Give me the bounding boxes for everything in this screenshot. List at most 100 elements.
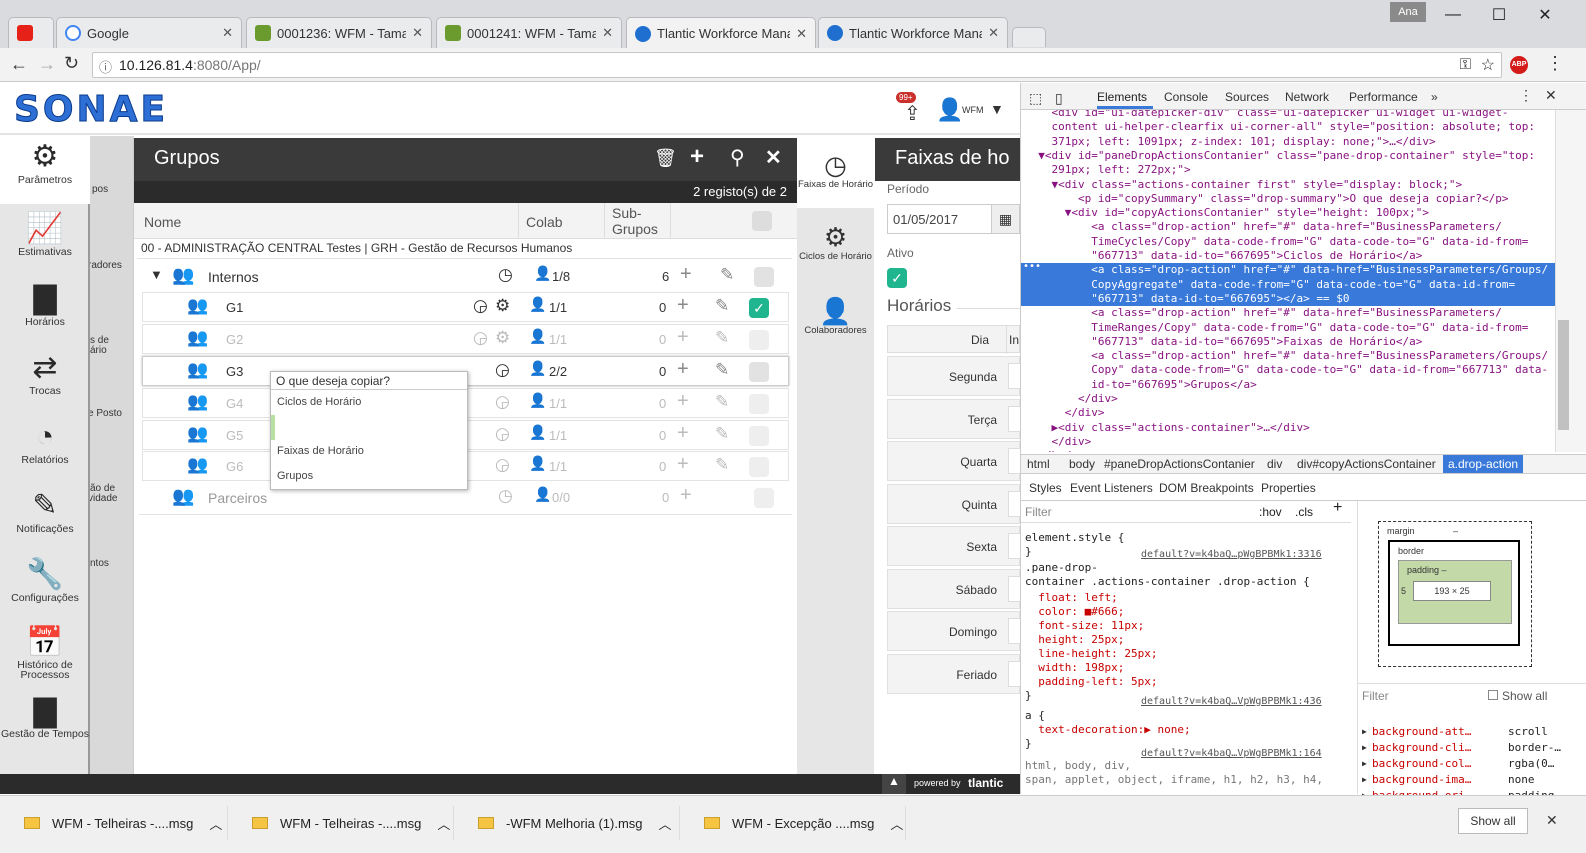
dom-line[interactable]: </div> [1021, 435, 1555, 449]
chevron-up-icon[interactable]: ︿ [437, 814, 450, 833]
computed-prop[interactable]: background-att… scroll ▶ [1362, 725, 1584, 741]
date-input[interactable]: 01/05/2017 [887, 204, 1005, 234]
download-item[interactable]: WFM - Telheiras -....msg ︿ [0, 806, 228, 840]
edit-icon[interactable]: ✎ [720, 265, 734, 285]
trash-icon[interactable]: 🗑 [654, 148, 677, 169]
time-input[interactable] [1008, 533, 1020, 559]
close-icon[interactable]: ✕ [1546, 812, 1558, 829]
row-checkbox[interactable] [754, 488, 774, 508]
chevron-up-icon[interactable]: ︿ [659, 814, 672, 833]
dom-line[interactable]: ▼<div class="actions-container first" st… [1021, 178, 1555, 192]
day-row[interactable]: Sexta [887, 526, 1020, 566]
tab-event-listeners[interactable]: Event Listeners [1070, 481, 1153, 495]
crumb-item[interactable]: body [1069, 457, 1095, 471]
crumb-item[interactable]: div#copyActionsContainer [1297, 457, 1436, 471]
row-checkbox[interactable] [754, 267, 774, 287]
time-input[interactable] [1008, 618, 1020, 644]
close-icon[interactable]: ✕ [988, 25, 999, 41]
key-icon[interactable]: ⚿ [1460, 56, 1471, 73]
show-all-button[interactable]: Show all [1458, 808, 1528, 834]
computed-filter[interactable]: Filter Show all [1358, 683, 1586, 705]
tab-performance[interactable]: Performance [1349, 90, 1418, 104]
tab-google[interactable]: Google ✕ [56, 17, 242, 48]
chevron-up-icon[interactable]: ︿ [209, 814, 222, 833]
day-row[interactable]: Segunda [887, 356, 1020, 396]
time-input[interactable] [1008, 660, 1020, 687]
tab-console[interactable]: Console [1164, 90, 1208, 104]
tab-mantis-2[interactable]: 0001241: WFM - Tamanh✕ [436, 17, 622, 48]
caret-down-icon[interactable]: ▼ [150, 267, 163, 282]
style-line[interactable]: font-size: 11px; [1025, 619, 1144, 633]
calendar-icon[interactable]: ▦ [991, 204, 1020, 234]
row-checkbox[interactable] [749, 394, 769, 414]
copy-cycle-icon[interactable]: ◶ [473, 296, 488, 316]
dom-line[interactable]: TimeCycles/Copy" data-code-from="G" data… [1021, 235, 1555, 249]
nav-notificacoes[interactable]: ✎ Notificações [0, 489, 90, 535]
add-subgroup-icon[interactable]: + [677, 358, 689, 381]
export-icon[interactable]: ⇪ [904, 101, 921, 126]
tab-properties[interactable]: Properties [1261, 481, 1316, 495]
add-subgroup-icon[interactable]: + [677, 453, 689, 476]
edit-icon[interactable]: ✎ [715, 328, 729, 348]
dom-line[interactable]: </div> [1021, 392, 1555, 406]
active-checkbox[interactable]: ✓ [887, 268, 907, 288]
style-line[interactable]: height: 25px; [1025, 633, 1124, 647]
row-checkbox[interactable] [749, 457, 769, 477]
close-icon[interactable]: ✕ [412, 25, 423, 41]
style-line[interactable]: } [1025, 545, 1032, 559]
day-row[interactable]: Quarta [887, 441, 1020, 481]
edit-icon[interactable]: ✎ [715, 360, 729, 380]
dom-line[interactable]: Copy" data-code-from="G" data-code-to="G… [1021, 363, 1555, 377]
dom-line[interactable]: <a class="drop-action" href="#" data-hre… [1021, 306, 1555, 320]
tab-network[interactable]: Network [1285, 90, 1329, 104]
day-row[interactable]: Feriado [887, 653, 1020, 694]
tab-elements[interactable]: Elements [1097, 90, 1147, 104]
cycles-icon[interactable]: ⚙ [495, 296, 510, 316]
crumb-item[interactable]: html [1027, 457, 1050, 471]
day-row[interactable]: Quinta [887, 483, 1020, 524]
dom-line-selected[interactable]: <a class="drop-action" href="#" data-hre… [1021, 263, 1555, 278]
day-row[interactable]: Terça [887, 398, 1020, 439]
computed-prop[interactable]: background-col… rgba(0… ▶ [1362, 757, 1584, 773]
nav-faixas-horario[interactable]: ◷ Faixas de Horário [797, 138, 874, 208]
nav-ciclos-horario[interactable]: ⚙ Ciclos de Horário [797, 222, 874, 262]
group-row-g2[interactable]: 👥 G2 ◶ ⚙ 👤 1/1 0 + ✎ [142, 324, 789, 354]
add-subgroup-icon[interactable]: + [677, 390, 689, 413]
profile-badge[interactable]: Ana [1390, 2, 1426, 22]
star-icon[interactable]: ☆ [1481, 55, 1495, 75]
dom-line[interactable]: </div> [1021, 406, 1555, 420]
nav-estimativas[interactable]: 📈 Estimativas [0, 212, 90, 258]
nav-configuracoes[interactable]: 🔧 Configurações [0, 558, 90, 604]
dom-line-selected[interactable]: CopyAggregate" data-code-from="G" data-c… [1021, 277, 1555, 292]
user-icon[interactable]: 👤 [936, 97, 963, 123]
tab-tlantic[interactable]: Tlantic Workforce Manag ✕ [818, 17, 1008, 48]
dom-scrollbar[interactable] [1555, 110, 1586, 452]
back-icon[interactable]: ← [10, 54, 28, 75]
copy-cycle-icon[interactable]: ◶ [495, 424, 510, 444]
copy-aggregate-option[interactable] [271, 415, 275, 440]
time-input[interactable] [1008, 363, 1020, 389]
style-line[interactable]: line-height: 25px; [1025, 647, 1157, 661]
tab-styles[interactable]: Styles [1029, 481, 1062, 495]
select-all-checkbox[interactable] [752, 211, 772, 231]
dom-line[interactable]: <p id="copySummary" class="drop-summary"… [1021, 192, 1555, 206]
dom-line[interactable]: 291px; left: 272px;"> [1021, 163, 1555, 177]
style-line[interactable]: width: 198px; [1025, 661, 1124, 675]
nav-colaboradores[interactable]: 👤 Colaboradores [797, 296, 874, 336]
device-icon[interactable]: ▯ [1055, 90, 1063, 107]
tab-sources[interactable]: Sources [1225, 90, 1269, 104]
dom-line[interactable]: ▶<div class="actions-container">…</div> [1021, 421, 1555, 435]
download-item[interactable]: WFM - Excepção ....msg ︿ [680, 806, 906, 840]
copy-grupos-option[interactable]: Grupos [277, 464, 313, 489]
dom-line[interactable]: TimeRanges/Copy" data-code-from="G" data… [1021, 321, 1555, 335]
close-icon[interactable]: ✕ [222, 25, 233, 41]
add-subgroup-icon[interactable]: + [680, 484, 692, 507]
dom-line-selected[interactable]: "667713" data-id-to="667695"></a> == $0 [1021, 291, 1555, 307]
group-row-g1[interactable]: 👥 G1 ◶ ⚙ 👤 1/1 0 + ✎ ✓ [142, 292, 789, 322]
new-tab-button[interactable] [1012, 27, 1046, 47]
style-line[interactable]: a { [1025, 709, 1045, 723]
time-input[interactable] [1008, 405, 1020, 432]
computed-prop[interactable]: background-cli… border-… ▶ [1362, 741, 1584, 757]
style-line[interactable]: color: ■#666; [1025, 605, 1124, 619]
dom-line[interactable]: "667713" data-id-to="667695">Ciclos de H… [1021, 249, 1555, 263]
